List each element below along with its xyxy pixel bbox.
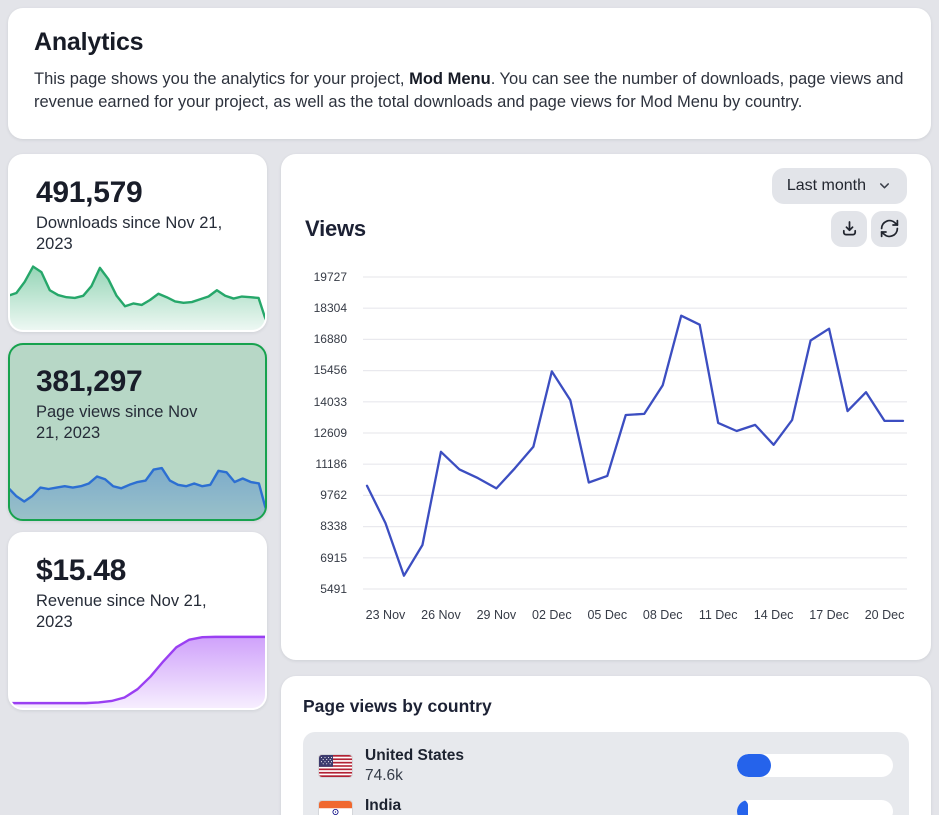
download-icon [839, 218, 860, 239]
analytics-header-card: Analytics This page shows you the analyt… [8, 8, 931, 139]
country-bar-track [737, 754, 893, 777]
chevron-down-icon [877, 178, 892, 193]
country-bar-fill [737, 754, 771, 777]
revenue-label: Revenue since Nov 21, 2023 [10, 588, 250, 633]
pageviews-label: Page views since Nov 21, 2023 [10, 399, 250, 444]
pageviews-stat-card[interactable]: 381,297 Page views since Nov 21, 2023 [8, 343, 267, 521]
downloads-stat-card[interactable]: 491,579 Downloads since Nov 21, 2023 [8, 154, 267, 332]
country-row-india: India [317, 791, 895, 815]
country-list: United States 74.6k [303, 732, 909, 815]
india-flag-icon [319, 801, 352, 815]
pageviews-sparkline [8, 441, 267, 521]
revenue-amount: $15.48 [10, 534, 265, 588]
country-name: India [365, 797, 401, 815]
date-range-selector[interactable]: Last month [772, 168, 907, 204]
views-chart-card: Last month Views [281, 154, 931, 660]
downloads-label: Downloads since Nov 21, 2023 [10, 210, 250, 255]
views-x-axis: 23 Nov26 Nov29 Nov02 Dec05 Dec08 Dec11 D… [363, 599, 907, 627]
country-name: United States [365, 747, 464, 765]
downloads-sparkline [8, 252, 267, 332]
date-range-label: Last month [787, 177, 866, 195]
views-plot: 1972718304168801545614033126091118697628… [305, 269, 907, 627]
us-flag-icon [319, 755, 352, 777]
downloads-count: 491,579 [10, 156, 265, 210]
revenue-sparkline [8, 630, 267, 710]
views-y-axis: 1972718304168801545614033126091118697628… [305, 269, 357, 599]
page-title: Analytics [34, 28, 905, 57]
views-chart-title: Views [305, 216, 366, 242]
pageviews-count: 381,297 [10, 345, 265, 399]
refresh-chart-button[interactable] [871, 211, 907, 247]
country-bar-track [737, 800, 893, 815]
country-pageviews-value: 74.6k [365, 767, 464, 785]
views-plot-svg [363, 269, 907, 599]
country-views-card: Page views by country [281, 676, 931, 815]
project-name: Mod Menu [409, 70, 491, 88]
country-row-united-states: United States 74.6k [317, 741, 895, 791]
refresh-icon [879, 218, 900, 239]
download-chart-button[interactable] [831, 211, 867, 247]
page-description: This page shows you the analytics for yo… [34, 68, 905, 115]
country-bar-fill [737, 800, 748, 815]
revenue-stat-card[interactable]: $15.48 Revenue since Nov 21, 2023 [8, 532, 267, 710]
stat-card-column: 491,579 Downloads since Nov 21, 2023 381… [8, 154, 267, 721]
country-card-title: Page views by country [303, 696, 909, 717]
